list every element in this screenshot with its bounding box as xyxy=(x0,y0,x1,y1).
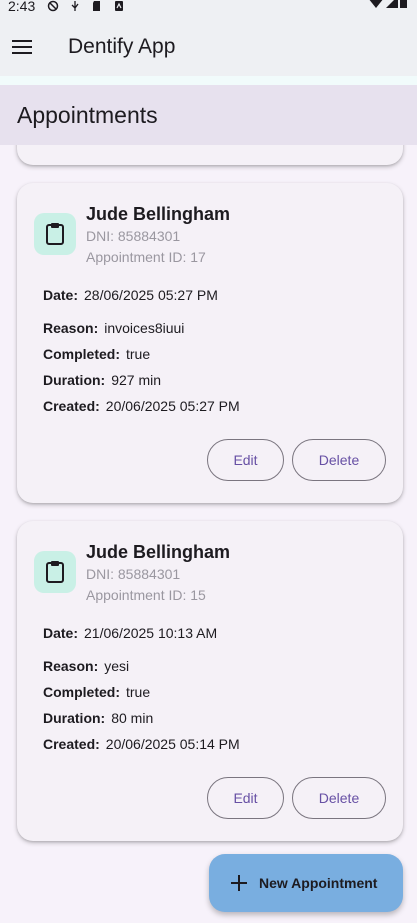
patient-dni: DNI: 85884301 xyxy=(86,228,181,244)
section-title: Appointments xyxy=(17,101,158,128)
sd-card-icon xyxy=(93,1,101,11)
hamburger-menu-icon xyxy=(12,40,32,54)
edit-button[interactable]: Edit xyxy=(207,439,284,481)
duration-field: Duration: 927 min xyxy=(43,372,161,388)
wifi-icon xyxy=(369,0,383,8)
appointment-card: Jude Bellingham DNI: 85884301 Appointmen… xyxy=(17,183,403,503)
reason-label: Reason: xyxy=(43,658,99,674)
status-time: 2:43 xyxy=(8,0,36,14)
menu-button[interactable] xyxy=(0,25,44,69)
app-bar: Dentify App xyxy=(0,18,417,76)
card-header-text: Jude Bellingham DNI: 85884301 Appointmen… xyxy=(86,540,230,606)
completed-value: true xyxy=(126,346,151,362)
clipboard-icon xyxy=(34,213,76,255)
appointments-list[interactable]: Jude Bellingham DNI: 85884301 Appointmen… xyxy=(0,145,417,923)
battery-icon xyxy=(400,0,407,8)
status-bar: 2:43 xyxy=(0,0,417,18)
reason-value: invoices8iuui xyxy=(104,320,185,336)
completed-value: true xyxy=(126,684,151,700)
created-label: Created: xyxy=(43,398,100,414)
date-value: 21/06/2025 10:13 AM xyxy=(84,625,218,641)
reason-field: Reason: invoices8iuui xyxy=(43,320,184,336)
reason-field: Reason: yesi xyxy=(43,658,129,674)
date-label: Date: xyxy=(43,287,79,303)
created-value: 20/06/2025 05:14 PM xyxy=(105,736,240,752)
status-notification-icons xyxy=(47,0,125,12)
date-field: Date: 21/06/2025 10:13 AM xyxy=(43,625,217,641)
appointment-card-partial xyxy=(17,145,403,165)
new-appointment-label: New Appointment xyxy=(259,875,378,891)
patient-dni: DNI: 85884301 xyxy=(86,566,181,582)
created-field: Created: 20/06/2025 05:14 PM xyxy=(43,736,240,752)
duration-field: Duration: 80 min xyxy=(43,710,153,726)
usb-icon xyxy=(71,1,79,11)
edit-button[interactable]: Edit xyxy=(207,777,284,819)
app-bar-divider xyxy=(0,76,417,85)
patient-name: Jude Bellingham xyxy=(86,204,231,224)
delete-button[interactable]: Delete xyxy=(292,439,386,481)
completed-label: Completed: xyxy=(43,684,120,700)
card-header-text: Jude Bellingham DNI: 85884301 Appointmen… xyxy=(86,202,230,268)
delete-button[interactable]: Delete xyxy=(292,777,386,819)
plus-icon xyxy=(231,875,247,891)
signal-icon xyxy=(386,0,398,8)
appointment-card: Jude Bellingham DNI: 85884301 Appointmen… xyxy=(17,521,403,841)
reason-value: yesi xyxy=(104,658,130,674)
created-value: 20/06/2025 05:27 PM xyxy=(105,398,240,414)
completed-label: Completed: xyxy=(43,346,120,362)
clipboard-icon xyxy=(34,551,76,593)
app-title: Dentify App xyxy=(68,35,176,58)
date-label: Date: xyxy=(43,625,79,641)
section-header: Appointments xyxy=(0,85,417,145)
duration-value: 80 min xyxy=(111,710,154,726)
completed-field: Completed: true xyxy=(43,684,150,700)
completed-field: Completed: true xyxy=(43,346,150,362)
do-not-disturb-icon xyxy=(48,0,59,12)
created-field: Created: 20/06/2025 05:27 PM xyxy=(43,398,240,414)
created-label: Created: xyxy=(43,736,100,752)
duration-label: Duration: xyxy=(43,710,106,726)
reason-label: Reason: xyxy=(43,320,99,336)
appointment-id: Appointment ID: 15 xyxy=(86,587,206,603)
date-value: 28/06/2025 05:27 PM xyxy=(84,287,218,303)
status-system-icons xyxy=(368,0,407,8)
app-notification-icon xyxy=(115,1,124,11)
card-header: Jude Bellingham DNI: 85884301 Appointmen… xyxy=(34,542,230,606)
patient-name: Jude Bellingham xyxy=(86,542,231,562)
card-header: Jude Bellingham DNI: 85884301 Appointmen… xyxy=(34,204,230,268)
duration-label: Duration: xyxy=(43,372,106,388)
duration-value: 927 min xyxy=(111,372,162,388)
new-appointment-button[interactable]: New Appointment xyxy=(209,854,403,912)
appointment-id: Appointment ID: 17 xyxy=(86,249,206,265)
app-screen: 2:43 Dentify App Appointments Jude Belli… xyxy=(0,0,417,923)
date-field: Date: 28/06/2025 05:27 PM xyxy=(43,287,218,303)
